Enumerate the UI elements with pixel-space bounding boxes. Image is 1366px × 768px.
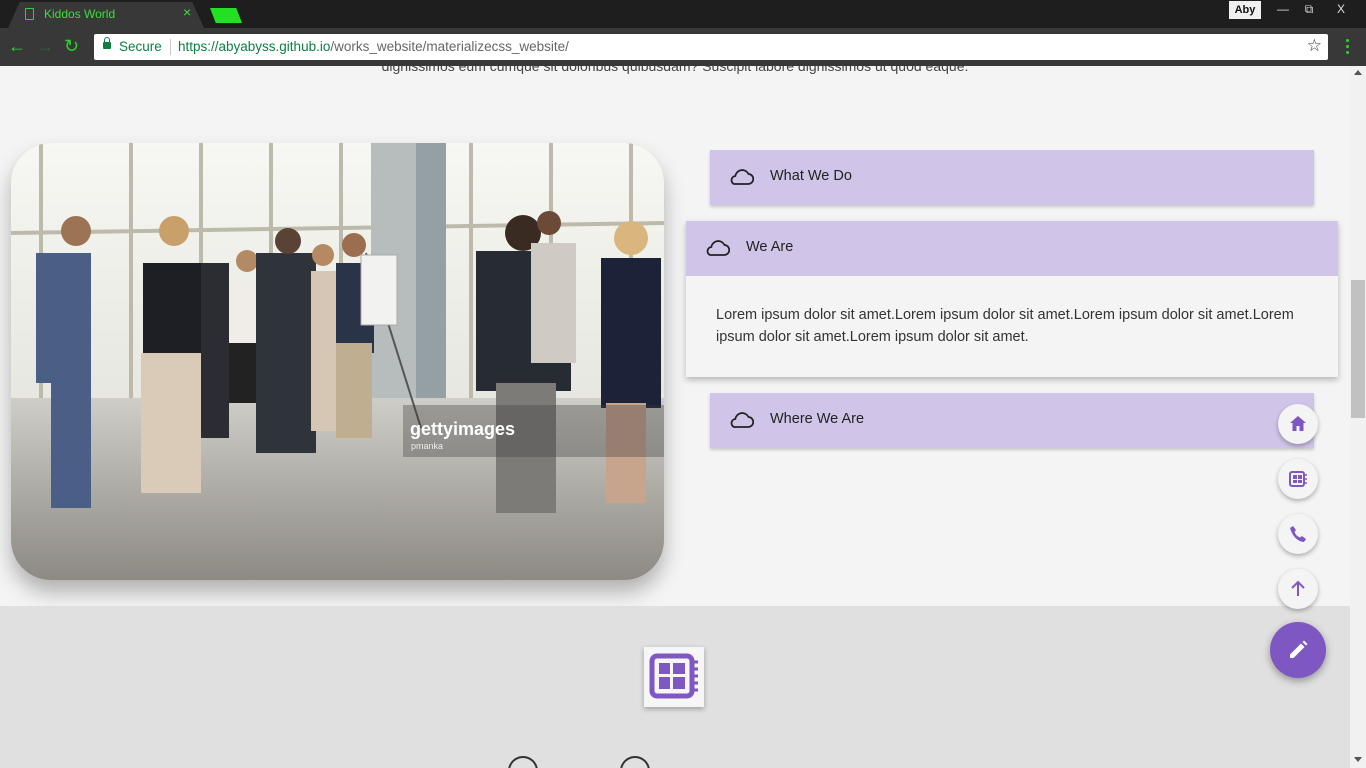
fab-phone-button[interactable]: [1278, 514, 1318, 554]
scroll-up-arrow-icon[interactable]: [1354, 70, 1362, 75]
scroll-down-arrow-icon[interactable]: [1354, 757, 1362, 762]
tab-close-button[interactable]: ×: [183, 5, 191, 19]
reload-button[interactable]: ↻: [64, 36, 79, 56]
cloud-icon: [730, 412, 754, 428]
browser-toolbar: ← → ↻ Secure https://abyabyss.github.io/…: [0, 28, 1366, 66]
lock-icon[interactable]: [103, 37, 111, 49]
tab-title[interactable]: Kiddos World: [44, 7, 115, 21]
back-button[interactable]: ←: [8, 36, 26, 56]
accordion-title: Where We Are: [770, 411, 865, 427]
url-host: https://abyabyss.github.io: [178, 39, 331, 54]
fab-edit-button[interactable]: [1270, 622, 1326, 678]
photo-credit: pmanka: [411, 441, 443, 451]
photo-watermark: gettyimages: [410, 419, 515, 439]
arrow-up-icon: [1291, 580, 1305, 596]
close-window-button[interactable]: X: [1322, 0, 1360, 20]
newspaper-card: [644, 647, 704, 707]
minimize-button[interactable]: —: [1270, 0, 1296, 20]
phone-icon: [1290, 526, 1306, 542]
profile-button[interactable]: Aby: [1229, 1, 1261, 19]
new-tab-button[interactable]: [210, 8, 242, 23]
accordion-header[interactable]: Where We Are: [710, 393, 1314, 448]
cloud-icon: [706, 240, 730, 256]
page-icon: [25, 8, 34, 20]
newspaper-icon: [1289, 471, 1307, 487]
office-photo: gettyimages pmanka: [11, 143, 664, 580]
accordion-title: What We Do: [770, 168, 852, 184]
accordion-header[interactable]: What We Do: [710, 150, 1314, 205]
url-path: /works_website/materializecss_website/: [330, 39, 569, 54]
fab-news-button[interactable]: [1278, 459, 1318, 499]
scroll-thumb[interactable]: [1351, 280, 1365, 418]
home-icon: [1290, 416, 1306, 431]
browser-titlebar: Kiddos World × Aby — ⧉ X: [0, 0, 1366, 28]
accordion-item-we-are[interactable]: We Are Lorem ipsum dolor sit amet.Lorem …: [686, 221, 1338, 377]
accordion-item-where-we-are[interactable]: Where We Are: [710, 393, 1314, 448]
accordion-header[interactable]: We Are: [686, 221, 1338, 276]
section-text: dignissimos eum cumque sit doloribus qui…: [381, 66, 969, 74]
restore-button[interactable]: ⧉: [1296, 0, 1322, 20]
address-bar[interactable]: Secure https://abyabyss.github.io/works_…: [94, 34, 1328, 60]
edit-icon: [1290, 640, 1308, 658]
url-text[interactable]: https://abyabyss.github.io/works_website…: [178, 39, 569, 54]
fab-home-button[interactable]: [1278, 404, 1318, 444]
page-content: dignissimos eum cumque sit doloribus qui…: [0, 66, 1350, 768]
accordion-body: Lorem ipsum dolor sit amet.Lorem ipsum d…: [716, 307, 1294, 345]
divider: [170, 39, 171, 55]
accordion-item-what-we-do[interactable]: What We Do: [710, 150, 1314, 205]
browser-menu-icon[interactable]: [1342, 38, 1354, 58]
photo-illustration: gettyimages pmanka: [11, 143, 664, 580]
cloud-icon: [730, 169, 754, 185]
page-scrollbar[interactable]: [1350, 66, 1366, 768]
fab-scroll-up-button[interactable]: [1278, 569, 1318, 609]
accordion-title: We Are: [746, 239, 794, 255]
forward-button[interactable]: →: [36, 36, 54, 56]
bookmark-star-icon[interactable]: ☆: [1307, 36, 1322, 56]
secure-label[interactable]: Secure: [119, 39, 162, 54]
newspaper-icon: [649, 653, 698, 699]
